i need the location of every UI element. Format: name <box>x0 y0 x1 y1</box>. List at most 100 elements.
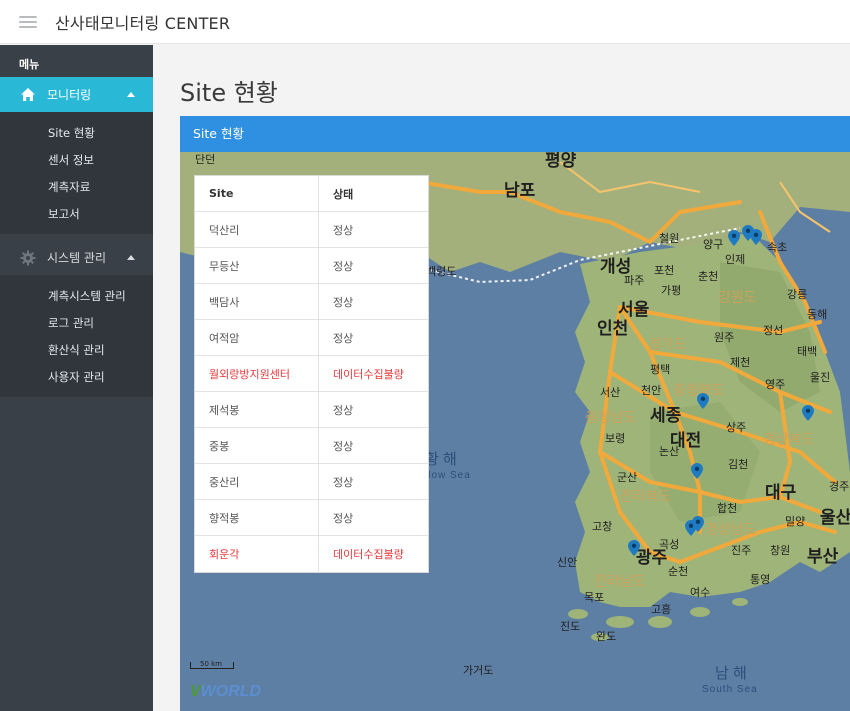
map-label-miryang: 밀양 <box>785 516 806 528</box>
table-row[interactable]: 여적암 정상 <box>195 320 428 356</box>
map-label-gangwon: 강원도 <box>718 289 757 305</box>
nav-monitoring[interactable]: 모니터링 <box>0 77 153 112</box>
home-icon <box>19 86 37 104</box>
map-label-gimcheon: 김천 <box>728 459 749 471</box>
map-label-paju: 파주 <box>624 275 645 287</box>
sidebar-item-log[interactable]: 로그 관리 <box>0 310 153 337</box>
site-status-cell: 정상 <box>333 295 354 309</box>
site-name-cell: 제석봉 <box>195 392 319 427</box>
map-label-daegu: 대구 <box>765 483 797 502</box>
map-label-south-sea: 남 해 <box>715 665 747 682</box>
site-name-cell: 중봉 <box>195 428 319 463</box>
nav-group-monitoring: 모니터링 Site 현황 센서 정보 계측자료 보고서 <box>0 77 153 234</box>
map-label-chuncheon: 춘천 <box>698 271 719 283</box>
map-label-inje: 인제 <box>725 254 746 266</box>
map-label-changwon: 창원 <box>770 545 791 557</box>
column-header-status: 상태 <box>333 187 354 201</box>
site-name-cell: 여적암 <box>195 320 319 355</box>
map-label-pyongyang: 평양 <box>545 152 577 170</box>
map-label-gyeongju: 경주 <box>829 481 850 493</box>
map-label-jeonbuk: 전라북도 <box>620 488 672 504</box>
map-label-gunsan: 군산 <box>617 472 638 484</box>
map-pin-icon[interactable] <box>692 516 704 532</box>
table-row[interactable]: 백담사 정상 <box>195 284 428 320</box>
submenu-monitoring: Site 현황 센서 정보 계측자료 보고서 <box>0 112 153 234</box>
map-label-yanggu: 양구 <box>703 239 724 251</box>
site-name-cell: 회운각 <box>195 536 319 572</box>
table-row[interactable]: 중산리 정상 <box>195 464 428 500</box>
map-label-cheorwon: 철원 <box>659 233 680 245</box>
map-label-jecheon: 제천 <box>730 357 751 369</box>
map-pin-icon[interactable] <box>697 393 709 409</box>
map-pin-icon[interactable] <box>628 540 640 556</box>
table-row[interactable]: 제석봉 정상 <box>195 392 428 428</box>
map-view[interactable]: 평양 남포 개성 서울 인천 경기도 강원도 충청북도 충청남도 세종 대전 전… <box>180 152 850 711</box>
caret-up-icon <box>127 255 135 260</box>
table-row[interactable]: 중봉 정상 <box>195 428 428 464</box>
sidebar-item-conversion-formula[interactable]: 환산식 관리 <box>0 337 153 364</box>
site-name-cell: 백담사 <box>195 284 319 319</box>
map-label-gangneung: 강릉 <box>787 289 808 301</box>
map-label-mokpo: 목포 <box>584 592 605 604</box>
site-name-cell: 월외랑방지원센터 <box>195 356 319 391</box>
nav-system-management[interactable]: 시스템 관리 <box>0 240 153 275</box>
table-row[interactable]: 덕산리 정상 <box>195 212 428 248</box>
map-label-seosan: 서산 <box>600 387 621 399</box>
map-label-jinju: 진주 <box>731 545 752 557</box>
table-header-row: Site 상태 <box>195 176 428 212</box>
sidebar-item-measurement-data[interactable]: 계측자료 <box>0 174 153 201</box>
site-status-cell: 정상 <box>333 223 354 237</box>
site-status-cell: 정상 <box>333 403 354 417</box>
map-label-busan: 부산 <box>807 547 839 566</box>
nav-system-label: 시스템 관리 <box>47 251 107 265</box>
sidebar-item-sensor-info[interactable]: 센서 정보 <box>0 147 153 174</box>
map-label-gochang: 고창 <box>592 521 613 533</box>
map-label-yellow-sea-en: llow Sea <box>425 470 471 481</box>
map-label-nonsan: 논산 <box>659 446 680 458</box>
site-status-cell: 데이터수집불량 <box>333 548 404 561</box>
site-name-cell: 중산리 <box>195 464 319 499</box>
menu-header: 메뉴 <box>19 58 40 71</box>
map-label-jindo: 진도 <box>560 621 581 633</box>
table-row[interactable]: 향적봉 정상 <box>195 500 428 536</box>
map-label-chungnam: 충청남도 <box>585 409 637 425</box>
site-status-cell: 데이터수집불량 <box>333 367 404 381</box>
submenu-system: 계측시스템 관리 로그 관리 환산식 관리 사용자 관리 <box>0 275 153 397</box>
map-label-baengnyeong: 백령도 <box>426 266 457 278</box>
map-pin-icon[interactable] <box>728 230 740 246</box>
hamburger-menu-icon[interactable] <box>19 15 37 28</box>
map-label-goheung: 고흥 <box>651 604 672 616</box>
table-row[interactable]: 월외랑방지원센터 데이터수집불량 <box>195 356 428 392</box>
map-label-pocheon: 포천 <box>654 265 675 277</box>
top-bar: 산사태모니터링 CENTER <box>0 0 850 44</box>
map-scale-label: 50 km <box>200 660 223 668</box>
column-header-site: Site <box>195 176 319 211</box>
table-body: 덕산리 정상 무등산 정상 백담사 정상 여적암 정상 월외랑방지원센터 데이터수집불량 제석봉 정상… <box>195 212 428 572</box>
map-label-sejong: 세종 <box>650 406 682 425</box>
map-pin-icon[interactable] <box>691 463 703 479</box>
map-label-gapyeong: 가평 <box>661 285 682 297</box>
map-label-incheon: 인천 <box>597 319 629 338</box>
map-label-donghae: 동해 <box>807 309 828 321</box>
map-label-wonju: 원주 <box>714 332 735 344</box>
map-label-wando: 완도 <box>596 631 617 643</box>
map-label-cheonan: 천안 <box>641 385 662 397</box>
map-label-yellow-sea: 황 해 <box>425 451 457 468</box>
site-name-cell: 덕산리 <box>195 212 319 247</box>
sidebar-item-site-status[interactable]: Site 현황 <box>0 120 153 147</box>
sidebar-item-measurement-system[interactable]: 계측시스템 관리 <box>0 283 153 310</box>
map-label-gyeongnam: 경상남도 <box>705 521 757 537</box>
map-label-suncheon: 순천 <box>668 566 689 578</box>
map-label-tongyeong: 통영 <box>750 574 771 586</box>
site-status-panel: Site 현황 평양 남포 개성 서울 인천 경기도 강원도 충청북도 충청남도… <box>180 116 850 711</box>
sidebar-item-users[interactable]: 사용자 관리 <box>0 364 153 391</box>
sidebar-item-reports[interactable]: 보고서 <box>0 201 153 228</box>
map-label-sangju: 상주 <box>726 422 747 434</box>
site-name-cell: 무등산 <box>195 248 319 283</box>
site-name-cell: 향적봉 <box>195 500 319 535</box>
map-pin-icon[interactable] <box>802 405 814 421</box>
map-label-uljin: 울진 <box>810 372 831 384</box>
table-row[interactable]: 회운각 데이터수집불량 <box>195 536 428 572</box>
map-pin-icon[interactable] <box>750 229 762 245</box>
table-row[interactable]: 무등산 정상 <box>195 248 428 284</box>
